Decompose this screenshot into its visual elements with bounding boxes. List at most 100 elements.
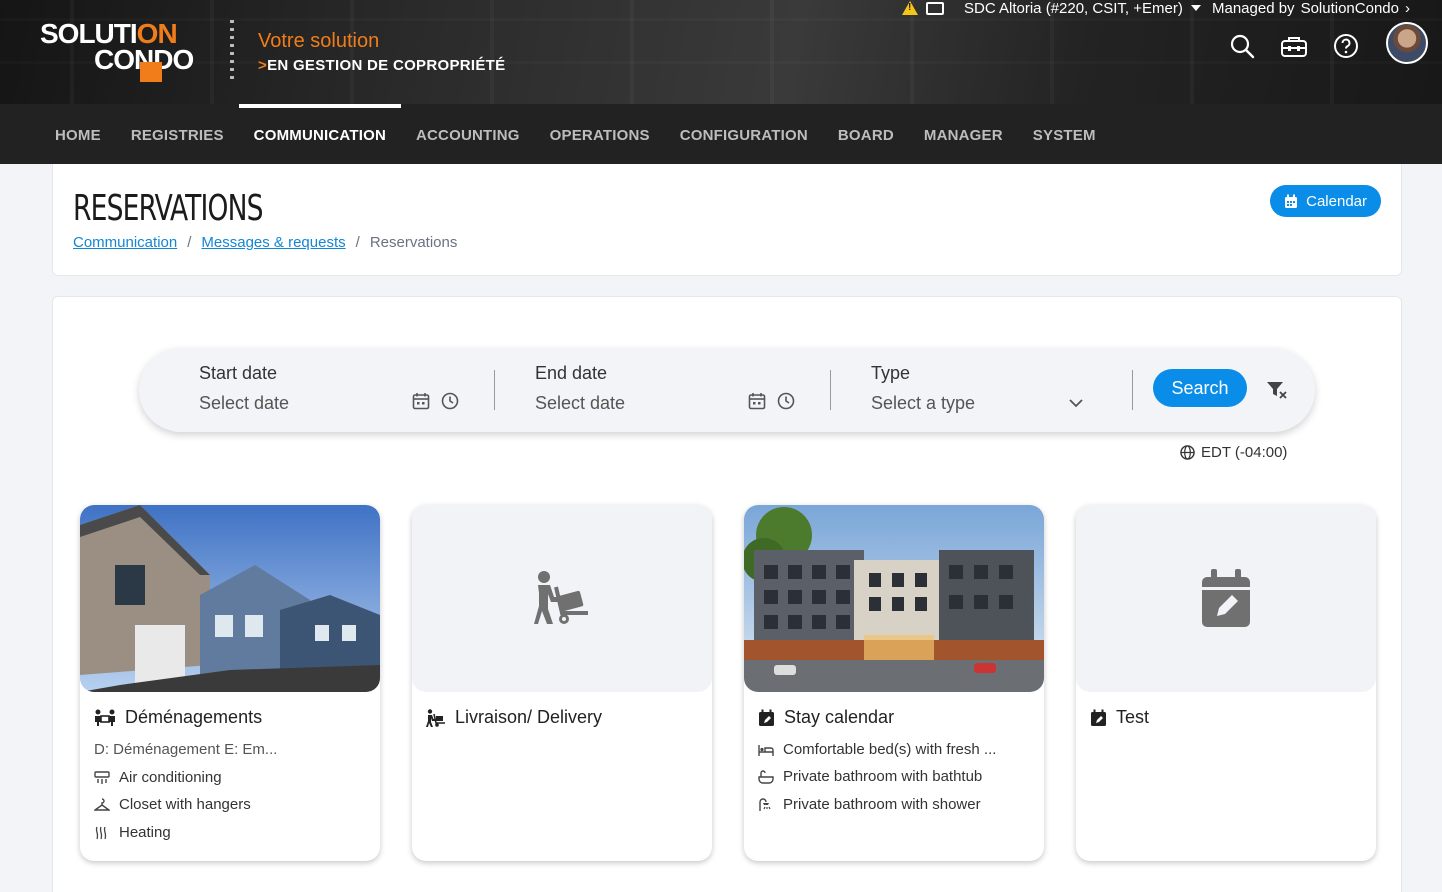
toolbox-icon[interactable]	[1280, 32, 1308, 60]
card-title-label: Test	[1116, 707, 1150, 727]
caret-down-icon[interactable]	[1190, 5, 1201, 11]
logo-mark	[140, 62, 162, 82]
end-date-field[interactable]: End date Select date	[535, 348, 835, 432]
card-title[interactable]: Stay calendar	[758, 707, 894, 728]
tagline: Votre solution >EN GESTION DE COPROPRIÉT…	[258, 30, 505, 74]
type-select-value[interactable]: Select a type	[871, 393, 975, 414]
clock-icon[interactable]	[441, 392, 459, 410]
feature-item: Private bathroom with bathtub	[758, 768, 982, 785]
feature-label: Closet with hangers	[119, 796, 251, 813]
clear-filter-icon[interactable]	[1266, 380, 1288, 400]
breadcrumb-communication[interactable]: Communication	[73, 234, 177, 251]
type-label: Type	[871, 363, 911, 383]
feature-item: Closet with hangers	[94, 796, 251, 813]
card-title-label: Stay calendar	[784, 707, 895, 727]
card-title-label: Déménagements	[125, 707, 263, 727]
card-title[interactable]: Test	[1090, 707, 1149, 728]
reservation-card-stay-calendar[interactable]: Stay calendar Comfortable bed(s) with fr…	[744, 505, 1044, 861]
feature-label: Air conditioning	[119, 769, 222, 786]
feature-item: Comfortable bed(s) with fresh ...	[758, 741, 996, 758]
breadcrumb-current: Reservations	[369, 234, 458, 251]
start-date-field[interactable]: Start date Select date	[199, 348, 499, 432]
help-icon[interactable]	[1332, 32, 1360, 60]
calendar-icon	[1285, 194, 1298, 208]
card-photo	[80, 505, 380, 692]
main-nav: HOME REGISTRIES COMMUNICATION ACCOUNTING…	[0, 104, 1442, 164]
townhouses-photo	[80, 505, 380, 692]
card-photo	[744, 505, 1044, 692]
reservation-card-delivery[interactable]: Livraison/ Delivery	[412, 505, 712, 861]
end-date-input[interactable]: Select date	[535, 393, 625, 414]
reservation-card-demenagements[interactable]: Déménagements D: Déménagement E: Em... A…	[80, 505, 380, 861]
card-title[interactable]: Livraison/ Delivery	[426, 707, 602, 728]
timezone[interactable]: EDT (-04:00)	[1180, 444, 1287, 461]
breadcrumb: Communication / Messages & requests / Re…	[73, 234, 457, 251]
bed-icon	[758, 744, 774, 756]
feature-item: Private bathroom with shower	[758, 796, 981, 813]
start-date-input[interactable]: Select date	[199, 393, 289, 414]
hanger-icon	[94, 797, 110, 811]
calendar-edit-icon	[759, 709, 774, 726]
chevron-right-icon[interactable]: ›	[1405, 0, 1410, 17]
org-name[interactable]: SDC Altoria (#220, CSIT, +Emer)	[964, 0, 1183, 17]
app-header: SOLUTION CONDO Votre solution >EN GESTIO…	[0, 0, 1442, 104]
timezone-label: EDT (-04:00)	[1201, 444, 1288, 461]
clock-icon[interactable]	[777, 392, 795, 410]
feature-label: Private bathroom with shower	[783, 796, 981, 813]
user-avatar[interactable]	[1386, 22, 1428, 64]
managed-by[interactable]: Managed by SolutionCondo ›	[1212, 0, 1410, 17]
delivery-dolly-icon	[426, 708, 445, 727]
calendar-picker-icon[interactable]	[412, 392, 430, 410]
header-actions	[1228, 22, 1428, 64]
breadcrumb-messages-requests[interactable]: Messages & requests	[201, 234, 345, 251]
page-header-card: RESERVATIONS Communication / Messages & …	[52, 164, 1402, 276]
reservations-panel: Start date Select date End date Select d…	[52, 296, 1402, 892]
condo-building-photo	[744, 505, 1044, 692]
feature-label: Heating	[119, 824, 171, 841]
card-title-label: Livraison/ Delivery	[455, 707, 603, 727]
breadcrumb-separator: /	[355, 234, 360, 251]
org-selector[interactable]: SDC Altoria (#220, CSIT, +Emer)	[902, 0, 1201, 17]
nav-system[interactable]: SYSTEM	[1018, 104, 1111, 164]
managed-by-name[interactable]: SolutionCondo	[1301, 0, 1399, 17]
card-placeholder	[1076, 505, 1376, 692]
search-icon[interactable]	[1228, 32, 1256, 60]
chevron-down-icon[interactable]	[1067, 394, 1085, 412]
solutioncondo-logo[interactable]: SOLUTION CONDO	[40, 18, 210, 82]
nav-operations[interactable]: OPERATIONS	[535, 104, 665, 164]
bathtub-icon	[758, 769, 774, 784]
nav-communication[interactable]: COMMUNICATION	[238, 104, 402, 164]
tagline-line-1: Votre solution	[258, 30, 380, 52]
nav-manager[interactable]: MANAGER	[909, 104, 1018, 164]
logo-divider	[230, 20, 234, 84]
nav-home[interactable]: HOME	[40, 104, 116, 164]
calendar-button-label: Calendar	[1306, 192, 1367, 210]
globe-icon	[1180, 445, 1195, 460]
calendar-button[interactable]: Calendar	[1270, 185, 1381, 217]
breadcrumb-separator: /	[187, 234, 192, 251]
movers-icon	[95, 709, 115, 726]
nav-board[interactable]: BOARD	[823, 104, 909, 164]
type-select[interactable]: Type Select a type	[871, 348, 1101, 432]
card-description: D: Déménagement E: Em...	[94, 741, 278, 758]
managed-by-label: Managed by	[1212, 0, 1295, 17]
feature-item: Air conditioning	[94, 769, 222, 786]
calendar-edit-icon	[1202, 568, 1250, 627]
calendar-picker-icon[interactable]	[748, 392, 766, 410]
nav-registries[interactable]: REGISTRIES	[116, 104, 239, 164]
warning-icon[interactable]	[902, 1, 918, 15]
nav-configuration[interactable]: CONFIGURATION	[665, 104, 823, 164]
search-bar: Start date Select date End date Select d…	[139, 348, 1315, 432]
reservation-card-test[interactable]: Test	[1076, 505, 1376, 861]
field-divider	[830, 370, 831, 410]
search-button[interactable]: Search	[1153, 369, 1247, 407]
card-placeholder	[412, 505, 712, 692]
nav-accounting[interactable]: ACCOUNTING	[401, 104, 535, 164]
messages-icon[interactable]	[926, 1, 944, 15]
air-conditioning-icon	[94, 770, 110, 784]
page-title: RESERVATIONS	[73, 188, 264, 229]
card-title[interactable]: Déménagements	[94, 707, 262, 728]
delivery-dolly-icon	[534, 570, 588, 624]
heating-icon	[95, 826, 107, 839]
shower-icon	[759, 797, 771, 811]
